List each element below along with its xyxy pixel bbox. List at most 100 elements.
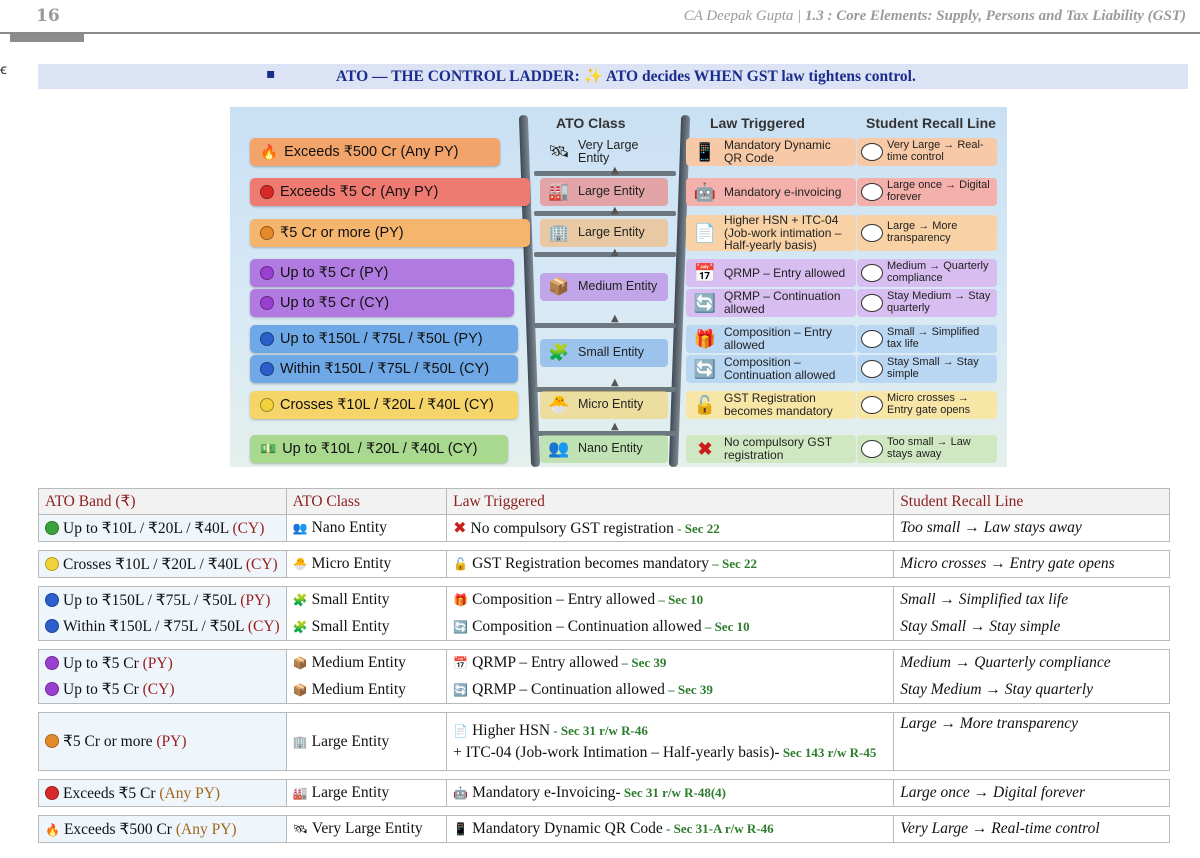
fire-icon: 🔥 [260,144,279,161]
recall-cell: Small → Simplified tax life [893,586,1170,614]
class-label: Medium Entity [578,279,658,294]
class-icon: 🧩 [292,593,308,608]
class-icon: 👥 [292,521,308,535]
section-ref: - Sec 22 [673,521,720,536]
table-row: Up to ₹5 Cr (PY) 📦 Medium Entity 📅 QRMP – En… [38,649,1170,677]
band-cell: Crosses ₹10L / ₹20L / ₹40L (CY) [38,550,287,578]
law-cell: 📅 QRMP – Entry allowed – Sec 39 [446,649,895,677]
law-cell: ✖ No compulsory GST registration [686,435,856,463]
band-pill: Crosses ₹10L / ₹20L / ₹40L (CY) [250,391,518,419]
law-text: Mandatory e-Invoicing- [472,784,621,801]
class-text: Micro Entity [311,555,392,572]
band-pill-label: Within ₹150L / ₹75L / ₹50L (CY) [280,361,490,377]
band-tag: (Any PY) [159,784,221,802]
band-tag: (CY) [142,681,175,699]
author-name: CA Deepak Gupta | [683,8,802,24]
law-text: GST Registration becomes mandatory [472,555,709,572]
money-icon: 💵 [260,441,277,456]
band-pill: Within ₹150L / ₹75L / ₹50L (CY) [250,355,518,383]
class-icon: 🧩 [548,343,570,362]
law-label: GST Registration becomes mandatory [724,391,833,418]
class-cell: 📦 Medium Entity [285,676,448,704]
speech-bubble-icon [861,224,883,242]
law-label: Mandatory Dynamic QR Code [724,138,831,165]
class-icon: 🛰 [548,142,570,161]
band-pill: Up to ₹150L / ₹75L / ₹50L (PY) [250,325,518,353]
band-pill-label: Exceeds ₹500 Cr (Any PY) [284,144,459,160]
col-header-recall: Student Recall Line [893,488,1170,515]
row-spacer [39,578,1170,587]
law-icon: 🔓 [453,557,469,571]
status-dot-icon [45,785,59,800]
law-label: Mandatory e-invoicing [724,184,842,199]
recall-label: Very Large → Real-time control [887,139,984,163]
law-cell: 📅 QRMP – Entry allowed [686,259,856,287]
law-icon: 🎁 [453,593,469,608]
running-title: CA Deepak Gupta | 1.3 : Core Elements: S… [684,8,1186,25]
law-cell: 🎁 Composition – Entry allowed – Sec 10 [446,586,895,614]
law-icon: 🔄 [453,682,469,697]
spacer-cell [39,704,1170,713]
col-header-law: Law Triggered [446,488,895,515]
table-row: Up to ₹10L / ₹20L / ₹40L (CY) 👥 Nano Entit… [38,514,1170,542]
page-number: 16 [36,6,60,26]
law-cell: 🎁 Composition – Entry allowed [686,325,856,353]
law-icon: 📱 [453,822,469,836]
speech-bubble-icon [861,143,883,161]
class-label: Large Entity [578,225,645,240]
band-pill: 🔥 Exceeds ₹500 Cr (Any PY) [250,138,500,166]
status-dot-icon [45,734,59,748]
recall-cell: Micro crosses → Entry gate opens [857,391,997,419]
page-header: 16 CA Deepak Gupta | 1.3 : Core Elements… [0,0,1200,34]
class-cell: 🧩 Small Entity [540,339,668,367]
law-cell: 🔄 QRMP – Continuation allowed – Sec 39 [446,676,895,704]
band-pill: Up to ₹5 Cr (CY) [250,289,514,317]
side-mark: ꞓ [0,62,7,78]
law-label: Higher HSN + ITC-04 (Job-work intimation… [724,213,842,253]
spacer-cell [39,641,1170,650]
recall-label: Stay Medium → Stay quarterly [887,290,991,314]
law-icon: 🎁 [693,328,717,349]
ladder-rail-left [518,114,541,467]
law-cell: 🤖 Mandatory e-Invoicing- Sec 31 r/w R-48(… [446,779,895,807]
recall-cell: Small → Simplified tax life [857,325,997,353]
table-body: Up to ₹10L / ₹20L / ₹40L (CY) 👥 Nano Entit… [38,514,1170,843]
section-ref: – Sec 10 [701,618,750,634]
arrow-up-icon: ▲ [611,377,619,388]
class-label: Large Entity [578,184,645,199]
band-tag: (CY) [247,618,280,636]
section-ref: – Sec 39 [664,681,713,697]
class-icon: 🐣 [548,395,570,414]
table-row: ₹5 Cr or more (PY) 🏢 Large Entity 📄 Higher H… [38,712,1170,771]
table-row: Up to ₹150L / ₹75L / ₹50L (PY) 🧩 Small Ent… [38,586,1170,614]
band-tag: (PY) [142,654,173,672]
class-cell: 🏭 Large Entity [285,779,448,807]
recall-cell: Stay Medium → Stay quarterly [857,289,997,317]
recall-cell: Stay Medium → Stay quarterly [893,676,1170,704]
class-cell: 🐣 Micro Entity [540,391,668,419]
law-cell: 🔄 Composition – Continuation allowed [686,355,856,383]
law-icon: 📄 [453,723,469,738]
law-icon: ✖ [697,438,713,459]
band-pill-label: ₹5 Cr or more (PY) [280,225,404,241]
spacer-cell [39,771,1170,780]
speech-bubble-icon [861,183,883,201]
row-spacer [39,641,1170,650]
infographic-header-law: Law Triggered [710,115,805,131]
recall-cell: Too small → Law stays away [893,514,1170,542]
recall-label: Too small → Law stays away [887,436,971,460]
recall-cell: Large → More transparency [857,215,997,251]
law-cell: 📱 Mandatory Dynamic QR Code - Sec 31-A r/… [446,815,895,843]
band-pill-label: Up to ₹5 Cr (CY) [280,295,390,311]
band-tag: (Any PY) [175,820,237,838]
red-dot-icon [260,185,274,199]
law-text-2-main: + ITC-04 (Job-work Intimation – Half-yea… [453,743,780,761]
class-text: Large Entity [311,784,390,801]
band-pill: ₹5 Cr or more (PY) [250,219,530,247]
law-icon: 🔄 [453,619,469,634]
law-cell: 🔓 GST Registration becomes mandatory – Se… [446,550,895,578]
orange-dot-icon [260,226,274,240]
row-spacer [39,771,1170,780]
law-cell: 🔓 GST Registration becomes mandatory [686,391,856,419]
band-cell: Within ₹150L / ₹75L / ₹50L (CY) [38,613,287,641]
